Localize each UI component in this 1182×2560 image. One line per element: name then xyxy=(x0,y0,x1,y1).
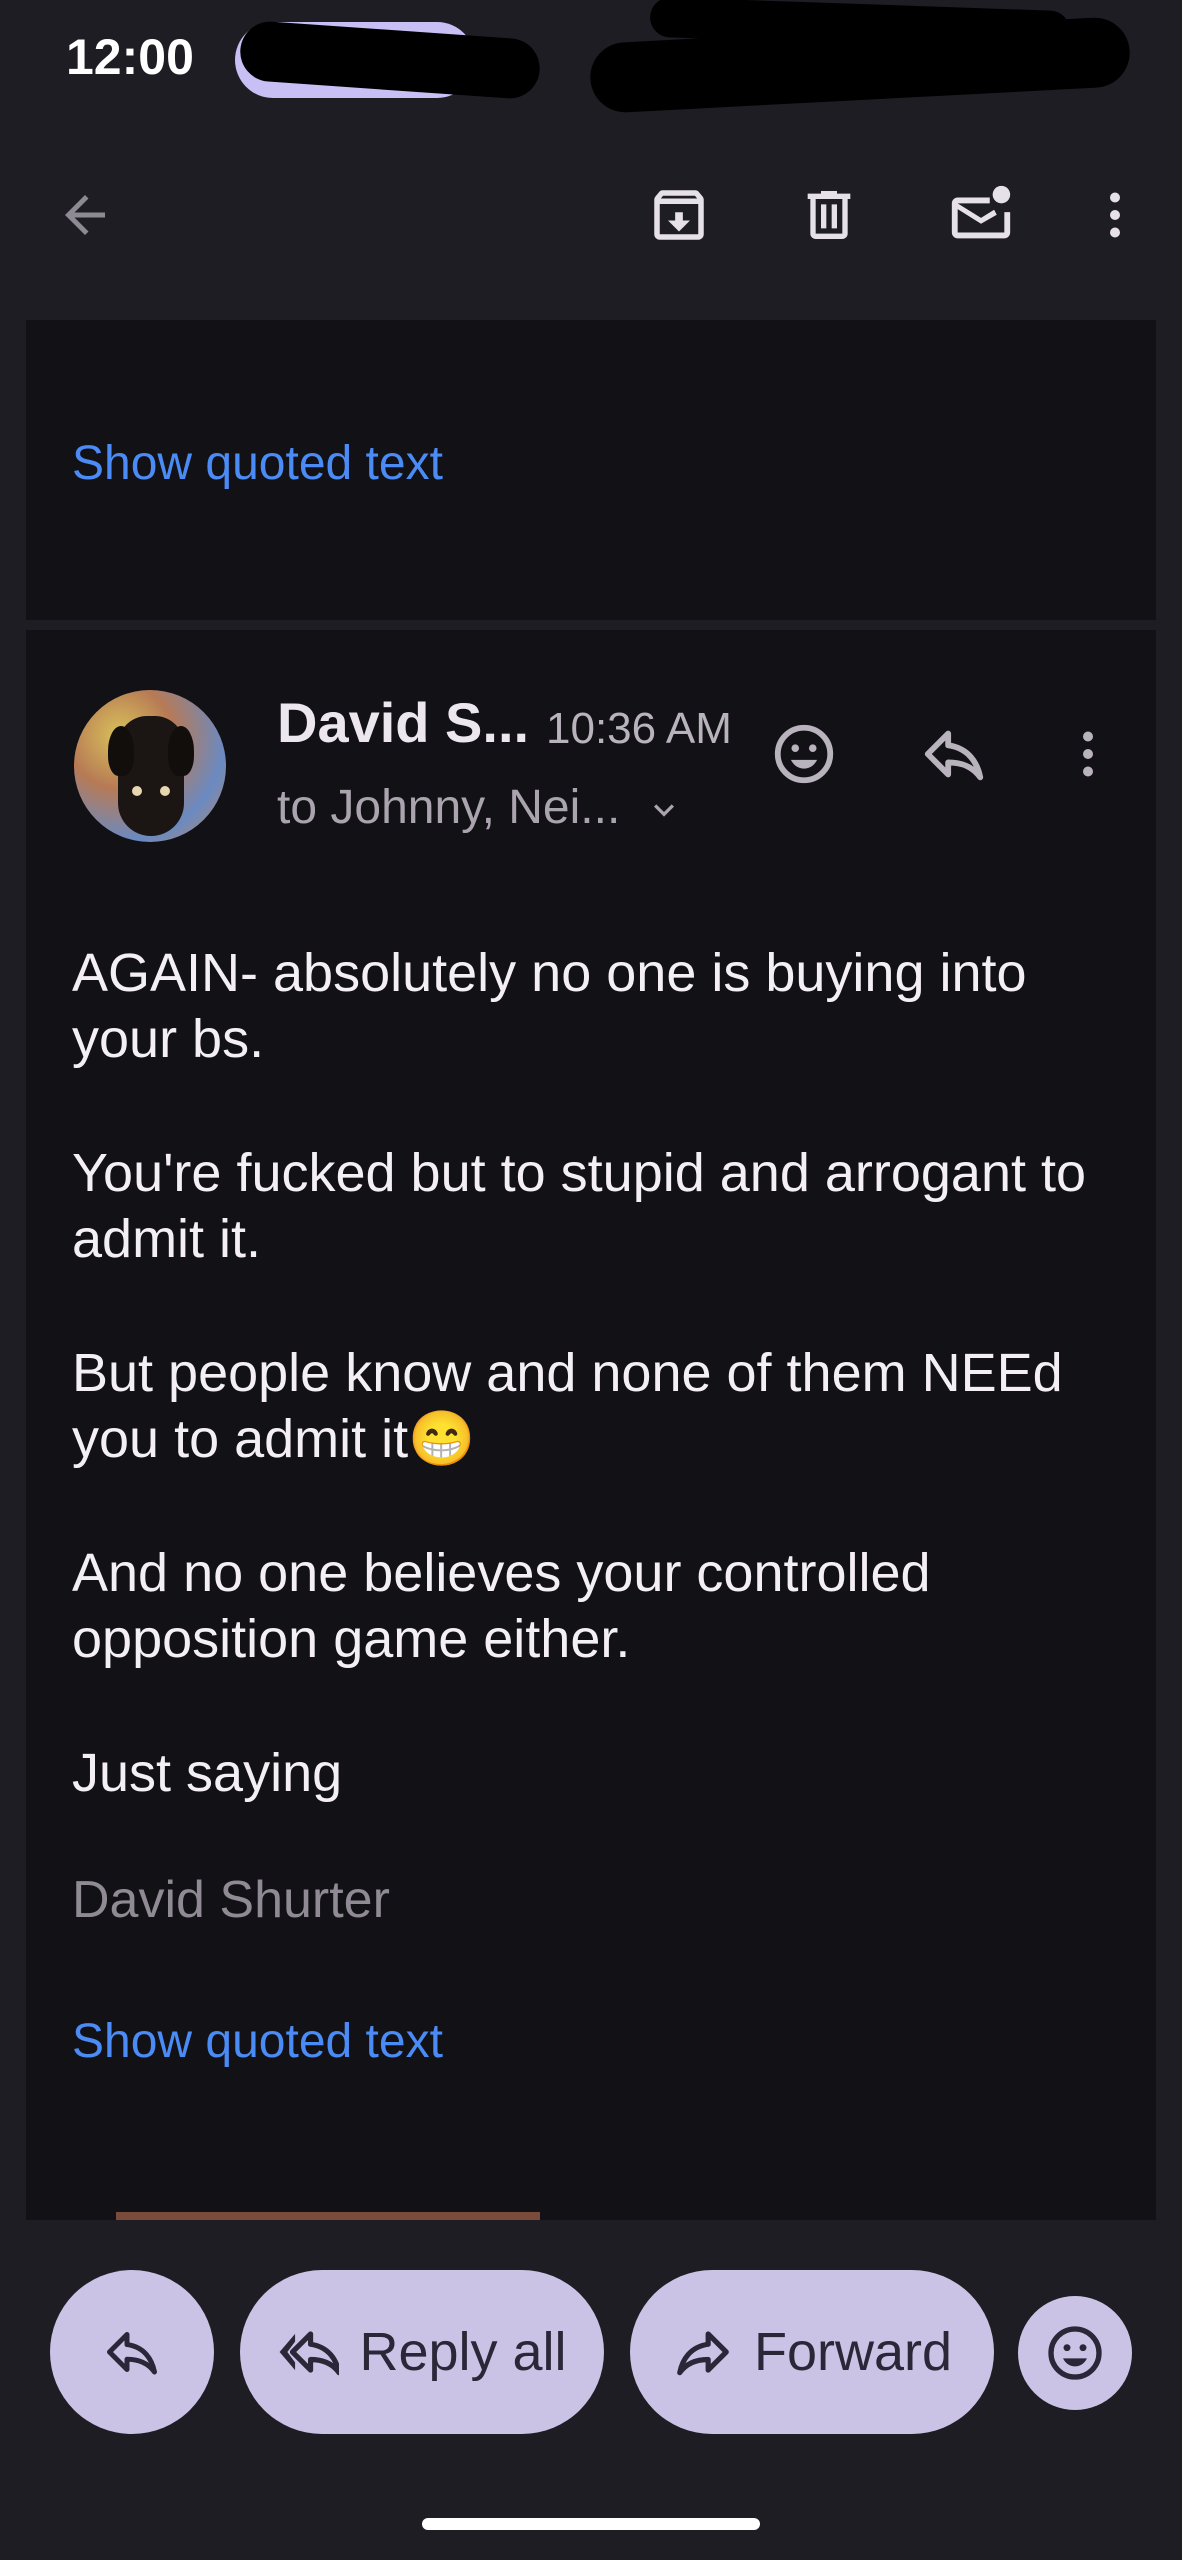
home-indicator[interactable] xyxy=(422,2518,760,2530)
attachment-preview[interactable] xyxy=(116,2212,540,2220)
reply-button[interactable] xyxy=(50,2270,214,2434)
mark-unread-button[interactable] xyxy=(936,170,1026,260)
app-bar xyxy=(0,130,1182,310)
message-body-paragraph: AGAIN- absolutely no one is buying into … xyxy=(72,943,1027,1069)
avatar-dog xyxy=(108,716,194,836)
message-body-paragraph: But people know and none of them NEEd yo… xyxy=(72,1343,1063,1469)
archive-button[interactable] xyxy=(634,170,724,260)
reply-all-button[interactable]: Reply all xyxy=(240,2270,604,2434)
forward-label: Forward xyxy=(753,2322,953,2382)
more-vertical-icon xyxy=(1110,192,1120,238)
avatar-eye xyxy=(132,786,142,796)
avatar-ear xyxy=(108,726,134,776)
message-body-paragraph: Just saying xyxy=(72,1743,343,1803)
reply-button[interactable] xyxy=(912,712,996,796)
avatar-ear xyxy=(168,726,194,776)
message-more-button[interactable] xyxy=(1046,712,1130,796)
emoji-icon xyxy=(1048,2326,1102,2380)
trash-icon xyxy=(807,191,851,239)
show-quoted-text-link[interactable]: Show quoted text xyxy=(72,436,443,491)
recipients-label: to Johnny, Nei... xyxy=(277,781,621,834)
message-body-paragraph: And no one believes your controlled oppo… xyxy=(72,1543,931,1669)
message-body-paragraph: You're fucked but to stupid and arrogant… xyxy=(72,1143,1087,1269)
archive-icon xyxy=(654,190,704,240)
avatar[interactable] xyxy=(74,690,226,842)
show-quoted-text-link[interactable]: Show quoted text xyxy=(72,2014,443,2069)
status-time: 12:00 xyxy=(66,29,194,85)
react-emoji-button[interactable] xyxy=(1018,2296,1132,2410)
back-button[interactable] xyxy=(40,170,130,260)
emoji-icon xyxy=(774,724,834,784)
avatar-eye xyxy=(160,786,170,796)
more-options-button[interactable] xyxy=(1070,170,1160,260)
delete-button[interactable] xyxy=(784,170,874,260)
chevron-down-icon xyxy=(653,804,674,817)
reply-icon xyxy=(924,730,984,781)
reply-icon xyxy=(107,2332,157,2375)
arrow-back-icon xyxy=(65,195,105,235)
forward-icon xyxy=(677,2331,729,2376)
reply-all-label: Reply all xyxy=(359,2322,567,2382)
message-time: 10:36 AM xyxy=(546,704,732,753)
react-emoji-button[interactable] xyxy=(762,712,846,796)
mail-unread-icon xyxy=(951,185,1011,239)
sender-name[interactable]: David S... xyxy=(277,690,529,755)
signature: David Shurter xyxy=(72,1871,390,1929)
forward-button[interactable]: Forward xyxy=(630,2270,994,2434)
more-vertical-icon xyxy=(1083,731,1093,777)
reply-all-icon xyxy=(280,2331,340,2376)
recipients[interactable]: to Johnny, Nei... xyxy=(277,780,684,835)
status-bar: 12:00 xyxy=(0,0,1182,120)
